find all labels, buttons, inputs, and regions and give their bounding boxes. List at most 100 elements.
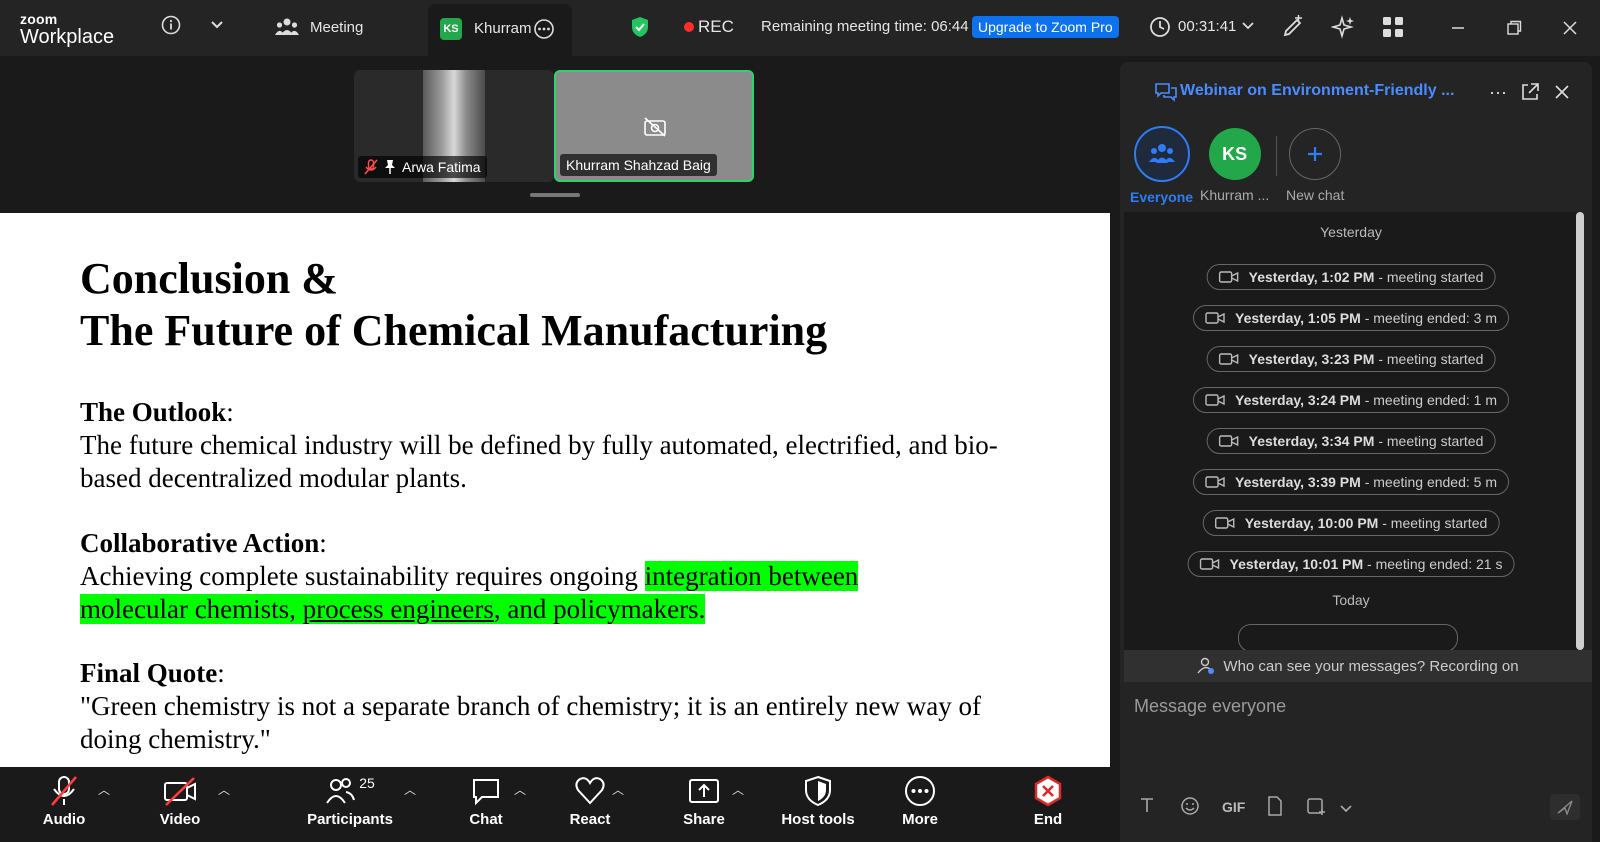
- zoom-logo: zoom Workplace: [20, 12, 114, 47]
- video-options-chevron-icon[interactable]: ︿: [218, 781, 230, 798]
- meeting-people-icon: [274, 16, 300, 38]
- message-input[interactable]: Message everyone: [1134, 696, 1286, 717]
- system-message: Yesterday, 3:23 PM - meeting started: [1206, 346, 1496, 372]
- send-button[interactable]: [1550, 794, 1580, 820]
- message-text: - meeting ended: 5 m: [1360, 474, 1497, 490]
- react-options-chevron-icon[interactable]: ︿: [612, 781, 624, 798]
- message-text: - meeting started: [1374, 433, 1484, 449]
- pop-out-icon[interactable]: [1518, 80, 1542, 104]
- participants-options-chevron-icon[interactable]: ︿: [404, 781, 416, 798]
- visibility-notice[interactable]: Who can see your messages? Recording on: [1124, 650, 1592, 682]
- chevron-down-icon[interactable]: [208, 16, 226, 34]
- tab-khurram-label: Khurram: [474, 20, 532, 37]
- emoji-icon[interactable]: [1180, 796, 1200, 819]
- chat-options-chevron-icon[interactable]: ︿: [514, 781, 526, 798]
- heart-icon: [575, 777, 605, 805]
- participant-tile[interactable]: Arwa Fatima: [354, 70, 554, 182]
- logo-line2: Workplace: [20, 26, 115, 48]
- chat-chip-khurram[interactable]: KS Khurram ...: [1200, 128, 1269, 203]
- system-message: Yesterday, 3:34 PM - meeting started: [1206, 428, 1496, 454]
- end-button[interactable]: End: [1008, 775, 1088, 828]
- info-icon[interactable]: [160, 14, 182, 36]
- chat-scrollbar[interactable]: [1576, 212, 1584, 650]
- chat-more-icon[interactable]: ···: [1486, 82, 1510, 102]
- system-message: Yesterday, 1:05 PM - meeting ended: 3 m: [1193, 305, 1509, 331]
- message-time: Yesterday, 3:23 PM: [1248, 351, 1375, 367]
- host-tools-button[interactable]: Host tools: [776, 775, 860, 828]
- annotate-icon[interactable]: [1280, 14, 1306, 40]
- more-options-icon[interactable]: [532, 17, 556, 41]
- tab-khurram[interactable]: KS Khurram: [428, 4, 572, 56]
- share-options-chevron-icon[interactable]: ︿: [732, 781, 744, 798]
- elapsed-time[interactable]: 00:31:41: [1178, 18, 1236, 35]
- chat-icon: [473, 779, 499, 806]
- participants-button[interactable]: 25 Participants: [307, 775, 393, 828]
- chat-message-list[interactable]: Yesterday Yesterday, 1:02 PM - meeting s…: [1124, 212, 1578, 650]
- participant-tile-active[interactable]: Khurram Shahzad Baig: [554, 70, 754, 182]
- file-icon[interactable]: [1266, 796, 1284, 819]
- message-text: - meeting started: [1378, 515, 1488, 531]
- message-text: - meeting ended: 3 m: [1360, 310, 1497, 326]
- outlook-body: The future chemical industry will be def…: [80, 430, 998, 493]
- chat-chip-new[interactable]: New chat: [1286, 128, 1344, 203]
- message-time: Yesterday, 3:24 PM: [1235, 392, 1361, 408]
- rec-label[interactable]: REC: [698, 17, 734, 37]
- restore-icon[interactable]: [1502, 16, 1526, 40]
- chat-label: Chat: [469, 811, 503, 828]
- message-text: - meeting ended: 21 s: [1363, 556, 1503, 572]
- participants-count: 25: [359, 775, 375, 791]
- tab-meeting[interactable]: Meeting: [310, 19, 363, 36]
- minimize-icon[interactable]: [1446, 16, 1470, 40]
- collab-heading: Collaborative Action: [80, 528, 320, 558]
- shared-screen: Conclusion & The Future of Chemical Manu…: [0, 213, 1110, 767]
- clock-icon: [1148, 15, 1172, 39]
- system-message: Yesterday, 1:02 PM - meeting started: [1206, 264, 1496, 290]
- share-screen-icon: [689, 779, 719, 803]
- apps-grid-icon[interactable]: [1380, 14, 1406, 40]
- video-button[interactable]: Video: [140, 775, 220, 828]
- filmstrip-resize-handle[interactable]: [530, 193, 580, 197]
- partial-message: [1238, 624, 1458, 650]
- timer-chevron-icon[interactable]: [1240, 18, 1256, 34]
- camera-off-icon: [642, 116, 668, 138]
- more-tools-chevron-icon[interactable]: [1340, 800, 1352, 816]
- audio-options-chevron-icon[interactable]: ︿: [98, 781, 110, 798]
- slide-title-line2: The Future of Chemical Manufacturing: [80, 306, 828, 355]
- video-label: Video: [159, 811, 201, 828]
- upgrade-button[interactable]: Upgrade to Zoom Pro: [972, 16, 1119, 38]
- close-window-icon[interactable]: [1558, 16, 1582, 40]
- logo-line1: zoom: [20, 11, 58, 27]
- host-tools-label: Host tools: [781, 811, 855, 828]
- message-time: Yesterday, 3:39 PM: [1235, 474, 1361, 490]
- shield-check-icon[interactable]: [628, 14, 652, 40]
- participant-name: Khurram Shahzad Baig: [566, 157, 711, 173]
- end-label: End: [1033, 811, 1063, 828]
- more-button[interactable]: More: [880, 775, 960, 828]
- collab-highlight-2c: , and policymakers.: [493, 594, 706, 624]
- chip-label: Everyone: [1130, 189, 1194, 205]
- message-time: Yesterday, 1:05 PM: [1235, 310, 1361, 326]
- chat-chip-everyone[interactable]: Everyone: [1130, 126, 1193, 205]
- chat-title[interactable]: Webinar on Environment-Friendly ...: [1180, 82, 1454, 100]
- slide-title-line1: Conclusion &: [80, 254, 338, 303]
- close-chat-icon[interactable]: [1550, 80, 1574, 104]
- video-camera-icon: [1205, 476, 1225, 488]
- audio-button[interactable]: Audio: [24, 775, 104, 828]
- ai-sparkle-icon[interactable]: [1330, 14, 1356, 40]
- chip-label: Khurram ...: [1200, 187, 1270, 203]
- ks-avatar: KS: [440, 18, 462, 40]
- outlook-section: The Outlook: The future chemical industr…: [80, 396, 1020, 495]
- video-camera-icon: [1205, 312, 1225, 324]
- gif-button[interactable]: GIF: [1222, 799, 1245, 815]
- text-format-icon[interactable]: [1138, 796, 1156, 817]
- system-message: Yesterday, 10:00 PM - meeting started: [1202, 510, 1500, 536]
- slide-title: Conclusion & The Future of Chemical Manu…: [80, 253, 827, 357]
- outlook-heading: The Outlook: [80, 397, 227, 427]
- day-label: Today: [1332, 592, 1370, 608]
- system-message: Yesterday, 10:01 PM - meeting ended: 21 …: [1187, 551, 1515, 577]
- screenshot-icon[interactable]: [1306, 796, 1326, 819]
- title-bar: zoom Workplace Meeting KS Khurram REC Re…: [0, 0, 1600, 56]
- participant-name: Arwa Fatima: [402, 159, 481, 175]
- end-call-icon: [1034, 775, 1062, 807]
- quote-heading: Final Quote: [80, 658, 218, 688]
